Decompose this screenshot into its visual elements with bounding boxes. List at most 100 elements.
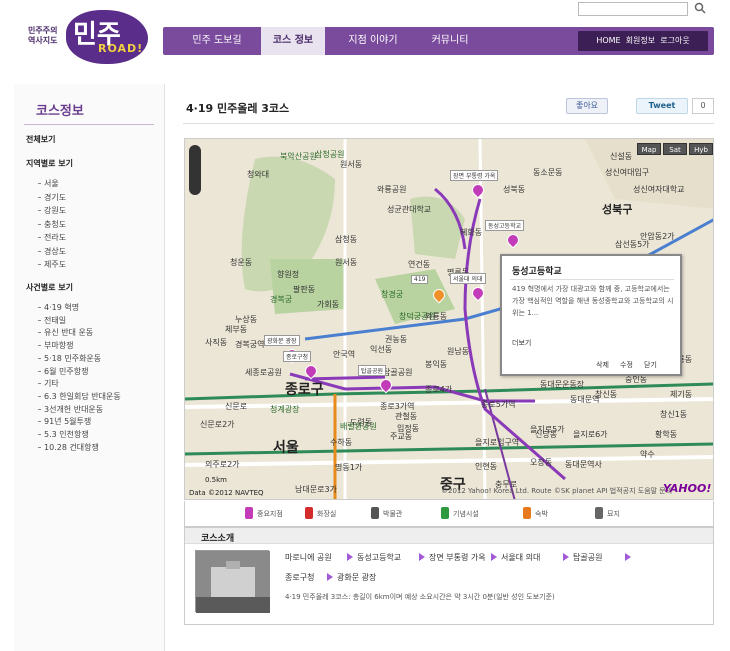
map-place-label: 남대문로3가	[295, 485, 337, 494]
tweet-button[interactable]: Tweet	[636, 98, 688, 114]
map-place-label: 삼청동	[335, 235, 358, 244]
site-logo[interactable]: 민주주의 역사지도 민주 ROAD!	[28, 8, 148, 64]
route-stop[interactable]: 종로구청	[285, 572, 314, 583]
location-popup: 동성고등학교 419 혁명에서 가장 대광고와 함께 중, 고등학교에서는 가장…	[500, 254, 682, 376]
tab-community[interactable]: 커뮤니티	[415, 27, 485, 55]
sidebar-event-item[interactable]: 6.3 한일회담 반대운동	[38, 391, 121, 402]
map-place-label: 창경궁	[381, 290, 404, 299]
member-info-link[interactable]: 회원정보	[626, 36, 655, 45]
map-type-sat-button[interactable]: Sat	[663, 143, 687, 155]
tab-place-story[interactable]: 지점 이야기	[335, 27, 411, 55]
popup-title: 동성고등학교	[512, 267, 562, 277]
zoom-control[interactable]	[189, 145, 201, 195]
course-description: 4·19 민주올레 3코스: 총길이 6km이며 예상 소요시간은 약 3시간 …	[285, 593, 555, 601]
popup-delete-button[interactable]: 삭제	[596, 360, 609, 370]
facebook-like-button[interactable]: 좋아요	[566, 98, 608, 114]
tweet-count: 0	[692, 98, 714, 114]
map-place-label: 창신동	[595, 390, 618, 399]
map-place-label: 혜화동	[460, 228, 483, 237]
map-place-label: 의주로2가	[205, 460, 240, 469]
route-arrow-icon	[563, 553, 569, 561]
legend-label: 박물관	[383, 510, 403, 518]
route-stop[interactable]: 장면 부통령 가옥	[429, 552, 486, 563]
sidebar-event-item[interactable]: 4·19 혁명	[37, 302, 79, 313]
map-pin-icon	[469, 284, 487, 302]
sidebar-event-item[interactable]: 91년 5월투쟁	[37, 416, 91, 427]
course-intro-header: 코스소개	[185, 528, 713, 544]
map-place-label: 종로5가역	[481, 400, 516, 409]
map-place-label: 익선동	[370, 345, 393, 354]
map-place-label: 동대문운동장	[540, 380, 585, 389]
map-place-label: 동소문동	[533, 168, 563, 177]
sidebar-event-item[interactable]: 기타	[38, 378, 59, 389]
map-type-map-button[interactable]: Map	[637, 143, 661, 155]
home-link[interactable]: HOME	[596, 36, 620, 45]
sidebar-title: 코스정보	[36, 104, 84, 119]
map-place-label: 원서동	[335, 258, 358, 267]
route-stop[interactable]: 마로니에 공원	[285, 552, 332, 563]
sidebar-region-item[interactable]: 경상도	[37, 246, 66, 257]
map-marker[interactable]: 장면 부통령 가옥	[450, 170, 499, 199]
sidebar-event-item[interactable]: 10.28 건대항쟁	[38, 442, 99, 453]
route-stop[interactable]: 서울대 의대	[501, 552, 540, 563]
yahoo-logo: YAHOO!	[663, 482, 712, 495]
legend-5-icon	[595, 507, 603, 519]
map-marker[interactable]: 서울대 의대	[450, 273, 487, 302]
sidebar-region-item[interactable]: 서울	[38, 178, 59, 189]
tab-course-walk[interactable]: 민주 도보길	[181, 27, 253, 55]
route-stop[interactable]: 동성고등학교	[357, 552, 401, 563]
popup-more-link[interactable]: 더보기	[512, 338, 531, 348]
map-marker-label: 장면 부통령 가옥	[450, 170, 499, 181]
sidebar-region-item[interactable]: 전라도	[37, 232, 66, 243]
map-place-label: 을지로6가	[573, 430, 608, 439]
route-arrow-icon	[419, 553, 425, 561]
sidebar-region-item[interactable]: 충청도	[37, 219, 66, 230]
logout-link[interactable]: 로그아웃	[660, 36, 689, 45]
map-place-label: 권농동	[385, 335, 408, 344]
map-place-label: 사직동	[205, 338, 228, 347]
sidebar-item-all[interactable]: 전체보기	[26, 134, 55, 145]
sidebar-event-item[interactable]: 5·18 민주화운동	[37, 353, 101, 364]
map-place-label: 종로4가	[425, 385, 453, 394]
main-nav: 민주 도보길 코스 정보 지점 이야기 커뮤니티 HOME 회원정보 로그아웃	[163, 27, 714, 55]
sidebar-region-item[interactable]: 제주도	[37, 259, 66, 270]
map-marker-label: 탑골공원	[358, 365, 387, 376]
course-photo	[195, 550, 270, 613]
sidebar-event-item[interactable]: 6월 민주항쟁	[37, 366, 88, 377]
map-place-label: 성북동	[503, 185, 526, 194]
route-stop[interactable]: 광화문 광장	[337, 572, 376, 583]
popup-close-button[interactable]: 닫기	[644, 360, 657, 370]
sidebar-event-item[interactable]: 3선개헌 반대운동	[37, 404, 103, 415]
map-place-label: 성신여대입구	[605, 168, 650, 177]
sidebar-event-item[interactable]: 유신 반대 운동	[37, 327, 93, 338]
map-type-hyb-button[interactable]: Hyb	[689, 143, 713, 155]
search-input[interactable]	[578, 2, 688, 16]
map-marker[interactable]: 종로구청	[283, 351, 320, 380]
sidebar-event-item[interactable]: 전태일	[37, 315, 66, 326]
map-marker[interactable]: 419	[411, 275, 448, 304]
legend-4-icon	[523, 507, 531, 519]
map-place-label: 청운동	[230, 258, 253, 267]
map-place-label: 와룡동	[425, 312, 448, 321]
map-place-label: 을지로5가	[530, 425, 565, 434]
tab-course-info[interactable]: 코스 정보	[261, 27, 325, 55]
logo-road-text: ROAD!	[98, 42, 144, 55]
popup-edit-button[interactable]: 수정	[620, 360, 633, 370]
map-place-label: 신문로	[225, 402, 248, 411]
map-place-label: 약수	[640, 450, 655, 459]
search-icon[interactable]	[694, 2, 706, 14]
sidebar-region-item[interactable]: 경기도	[37, 192, 66, 203]
popup-body: 419 혁명에서 가장 대광고와 함께 중, 고등학교에서는 가장 핵심적인 역…	[512, 285, 674, 317]
map-marker[interactable]: 동성고등학교	[485, 220, 525, 249]
map-place-label: 배렬환공원	[340, 422, 377, 431]
site-header: 민주주의 역사지도 민주 ROAD! 민주 도보길 코스 정보 지점 이야기 커…	[0, 0, 730, 80]
route-arrow-icon	[347, 553, 353, 561]
course-map[interactable]: 북악산공원 삼청공원 성북동 동소문동 성신여대입구 성신여자대학교 성북구 신설동 삼청동 원서…	[184, 138, 714, 500]
map-marker[interactable]: 탑골공원	[358, 365, 395, 394]
sidebar-event-item[interactable]: 5.3 인천항쟁	[38, 429, 89, 440]
course-intro: 코스소개 마로니에 공원 동성고등학교 장면 부통령 가옥 서울대 의대 탑골공원종로구…	[184, 527, 714, 625]
route-stop[interactable]: 탑골공원	[573, 552, 602, 563]
sidebar-event-item[interactable]: 부마항쟁	[37, 340, 73, 351]
sidebar-region-item[interactable]: 강원도	[37, 205, 66, 216]
map-marker-label: 광화문 광장	[264, 335, 300, 346]
